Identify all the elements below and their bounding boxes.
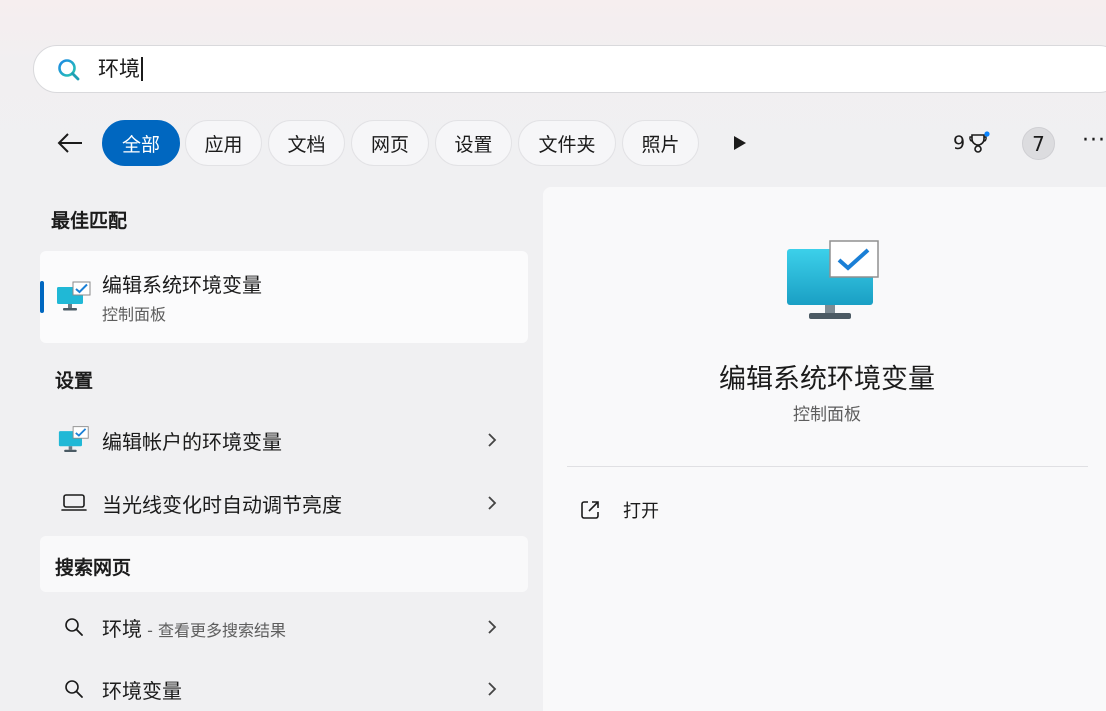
laptop-icon (56, 487, 92, 519)
web-query: 环境 (102, 617, 142, 641)
tab-label: 文档 (287, 133, 326, 156)
web-hint: - 查看更多搜索结果 (142, 621, 286, 640)
best-match-heading: 最佳匹配 (51, 210, 128, 232)
back-arrow-icon (57, 133, 82, 153)
tab-label: 全部 (121, 133, 160, 156)
chevron-right-icon (482, 428, 502, 452)
rewards-points[interactable]: 9 (953, 130, 991, 156)
search-icon (56, 57, 82, 83)
tab-web[interactable]: 网页 (351, 120, 429, 166)
tab-label: 设置 (454, 133, 493, 156)
monitor-check-icon (785, 239, 881, 323)
tab-apps[interactable]: 应用 (185, 120, 262, 166)
open-label: 打开 (623, 501, 659, 522)
search-input[interactable]: 环境 (98, 55, 143, 83)
avatar-text: 7 (1032, 131, 1045, 156)
more-options-button[interactable]: ··· (1082, 128, 1106, 155)
detail-title: 编辑系统环境变量 (719, 364, 935, 395)
tab-label: 照片 (641, 133, 680, 156)
best-match-title: 编辑系统环境变量 (102, 273, 262, 297)
avatar[interactable]: 7 (1022, 127, 1055, 160)
settings-heading: 设置 (55, 370, 94, 392)
chevron-right-icon (482, 491, 502, 515)
list-item[interactable]: 环境 - 查看更多搜索结果 (40, 599, 528, 655)
tab-label: 应用 (204, 133, 243, 156)
tab-documents[interactable]: 文档 (268, 120, 345, 166)
trophy-icon (969, 131, 990, 153)
best-match-result[interactable]: 编辑系统环境变量 控制面板 (40, 251, 528, 343)
tab-label: 网页 (370, 133, 409, 156)
open-external-icon (581, 501, 599, 519)
monitor-check-icon (56, 281, 92, 313)
list-item-label: 当光线变化时自动调节亮度 (102, 493, 342, 517)
chevron-right-icon (482, 615, 502, 639)
tab-label: 文件夹 (538, 133, 596, 156)
search-icon (56, 673, 92, 705)
search-box[interactable]: 环境 (33, 45, 1106, 93)
tab-all[interactable]: 全部 (102, 120, 180, 166)
list-item[interactable]: 当光线变化时自动调节亮度 (40, 475, 528, 531)
search-web-heading: 搜索网页 (55, 557, 132, 579)
list-item[interactable]: 编辑帐户的环境变量 (40, 412, 528, 468)
search-icon (56, 611, 92, 643)
selection-indicator (40, 281, 44, 313)
back-button[interactable] (54, 128, 86, 158)
tab-photos[interactable]: 照片 (622, 120, 699, 166)
tab-settings[interactable]: 设置 (435, 120, 512, 166)
chevron-right-icon (482, 677, 502, 701)
more-filters-button[interactable] (729, 131, 751, 155)
points-count: 9 (953, 132, 966, 154)
list-item-label: 编辑帐户的环境变量 (102, 430, 282, 454)
divider (567, 466, 1088, 467)
list-item-label: 环境 - 查看更多搜索结果 (102, 613, 286, 642)
play-icon (734, 136, 746, 150)
list-item-label: 环境变量 (102, 679, 182, 703)
detail-panel: 编辑系统环境变量 控制面板 打开 (543, 187, 1106, 711)
open-button[interactable]: 打开 (579, 495, 659, 525)
best-match-subtitle: 控制面板 (102, 305, 167, 324)
text-caret (141, 57, 143, 81)
list-item[interactable]: 环境变量 (40, 661, 528, 711)
ellipsis-icon: ··· (1082, 128, 1106, 153)
monitor-check-icon (56, 424, 92, 456)
tab-folders[interactable]: 文件夹 (518, 120, 616, 166)
detail-subtitle: 控制面板 (793, 405, 861, 425)
